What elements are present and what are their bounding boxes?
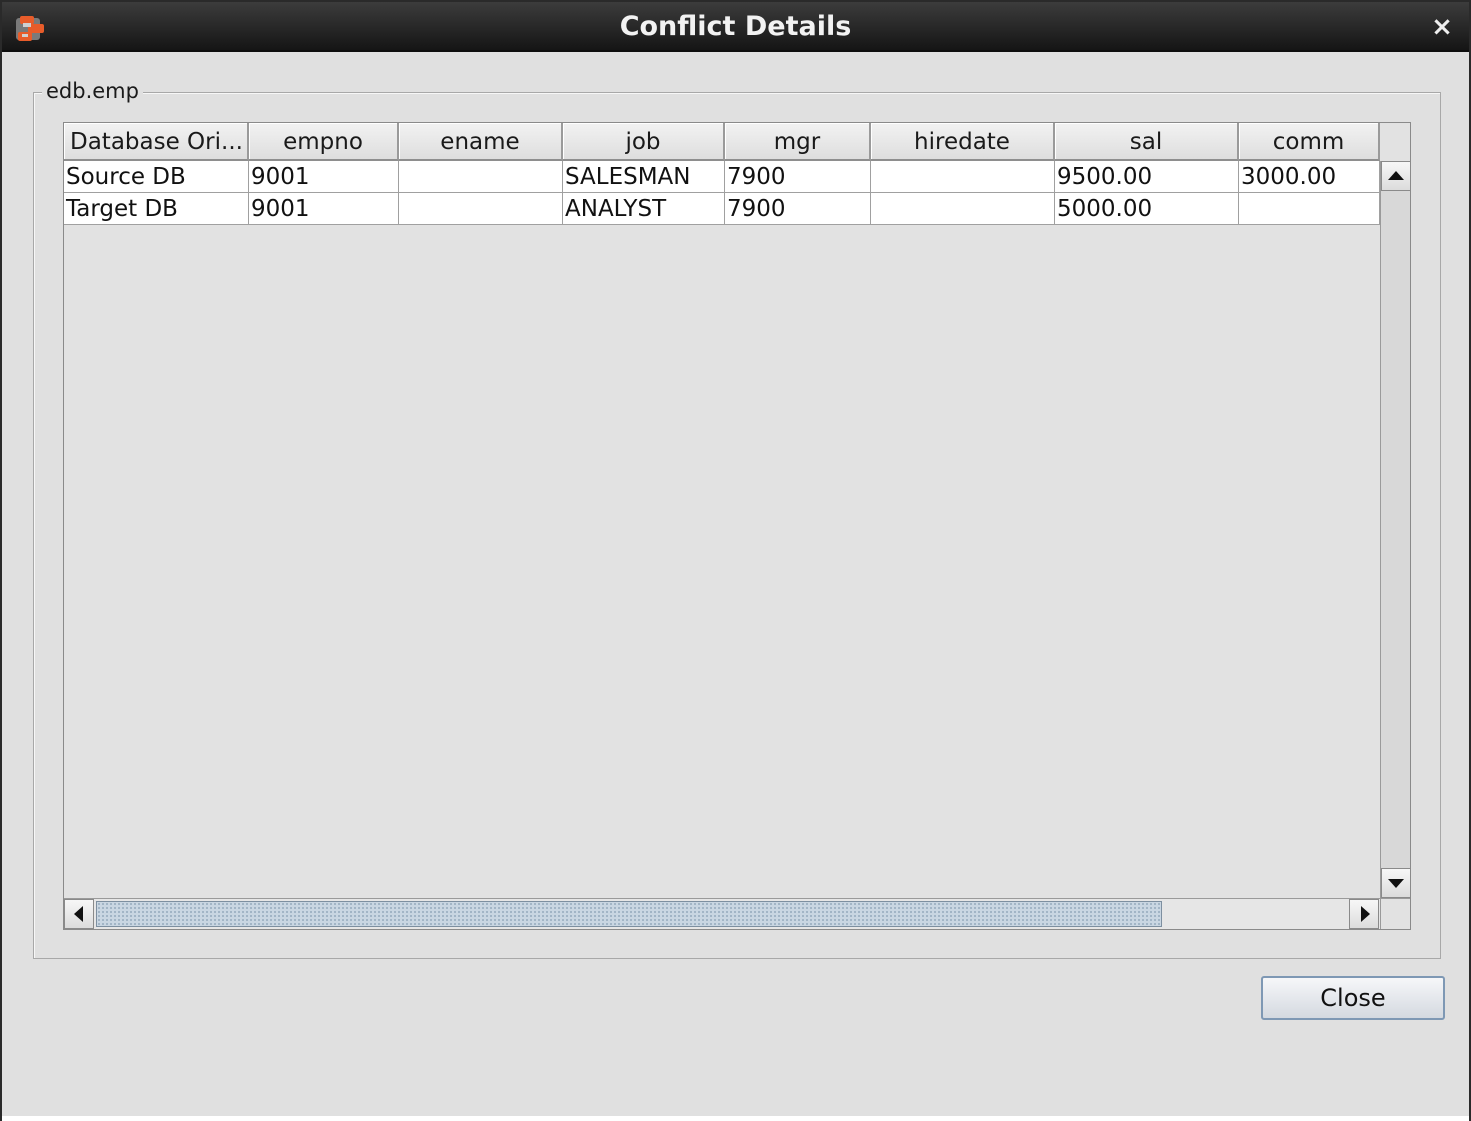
arrow-left-icon[interactable] xyxy=(64,899,94,929)
table-cell[interactable] xyxy=(871,161,1055,193)
table-row[interactable]: Target DB 9001 ANALYST 7900 5000.00 xyxy=(64,193,1380,225)
close-button[interactable]: Close xyxy=(1261,976,1445,1020)
table-cell[interactable]: ANALYST xyxy=(563,193,725,225)
scrollbar-corner xyxy=(1380,898,1410,929)
table-cell[interactable]: 9500.00 xyxy=(1055,161,1239,193)
table-header: Database Ori... empno ename job mgr hiredate s… xyxy=(64,123,1380,161)
table-cell[interactable]: SALESMAN xyxy=(563,161,725,193)
table-cell[interactable] xyxy=(1239,193,1380,225)
column-header[interactable]: empno xyxy=(249,123,399,161)
table-cell[interactable] xyxy=(871,193,1055,225)
conflict-details-dialog: Conflict Details × edb.emp Database Ori.… xyxy=(0,0,1471,1121)
table-cell[interactable]: Source DB xyxy=(64,161,249,193)
title-bar[interactable]: Conflict Details × xyxy=(2,2,1469,52)
horizontal-scrollbar[interactable] xyxy=(64,898,1380,929)
column-header[interactable]: Database Ori... xyxy=(64,123,249,161)
table-cell[interactable] xyxy=(399,193,563,225)
table-cell[interactable]: 7900 xyxy=(725,193,871,225)
table-cell[interactable]: 9001 xyxy=(249,161,399,193)
close-icon[interactable]: × xyxy=(1427,12,1457,42)
column-header[interactable]: comm xyxy=(1239,123,1380,161)
group-title: edb.emp xyxy=(42,79,143,103)
arrow-right-icon[interactable] xyxy=(1349,899,1379,929)
table-cell[interactable]: 7900 xyxy=(725,161,871,193)
column-header[interactable]: sal xyxy=(1055,123,1239,161)
table-cell[interactable]: Target DB xyxy=(64,193,249,225)
conflict-table: Database Ori... empno ename job mgr hiredate s… xyxy=(63,122,1411,930)
column-header[interactable]: hiredate xyxy=(871,123,1055,161)
table-cell[interactable]: 9001 xyxy=(249,193,399,225)
arrow-down-icon[interactable] xyxy=(1381,868,1411,898)
window-title: Conflict Details xyxy=(619,11,852,42)
table-cell[interactable]: 5000.00 xyxy=(1055,193,1239,225)
column-header[interactable]: mgr xyxy=(725,123,871,161)
table-row[interactable]: Source DB 9001 SALESMAN 7900 9500.00 3000.00 xyxy=(64,161,1380,193)
window-bottom-edge xyxy=(2,1116,1469,1121)
table-cell[interactable]: 3000.00 xyxy=(1239,161,1380,193)
table-cell[interactable] xyxy=(399,161,563,193)
column-header[interactable]: ename xyxy=(399,123,563,161)
arrow-up-icon[interactable] xyxy=(1381,161,1411,191)
column-header[interactable]: job xyxy=(563,123,725,161)
vertical-scrollbar[interactable] xyxy=(1380,161,1411,898)
horizontal-scroll-thumb[interactable] xyxy=(96,901,1162,927)
